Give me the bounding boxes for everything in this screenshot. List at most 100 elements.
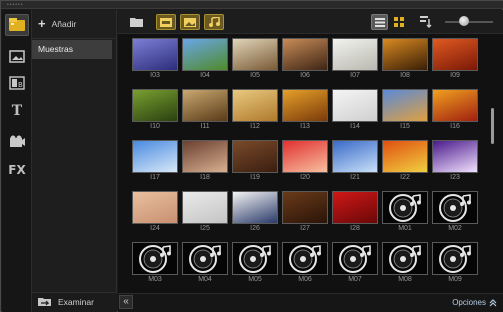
video-media-icon[interactable] (5, 14, 29, 36)
library-thumbnail[interactable]: I23 (432, 140, 478, 183)
library-thumbnail[interactable]: M05 (232, 242, 278, 285)
audio-clip-thumbnail[interactable] (232, 242, 278, 275)
music-disc-icon (439, 245, 471, 273)
image-thumbnail[interactable] (232, 89, 278, 122)
show-photos-icon[interactable] (180, 14, 200, 30)
library-thumbnail[interactable]: I16 (432, 89, 478, 132)
show-audio-icon[interactable] (204, 14, 224, 30)
image-thumbnail[interactable] (282, 140, 328, 173)
library-thumbnail[interactable]: I19 (232, 140, 278, 183)
vertical-scrollbar[interactable] (490, 38, 496, 290)
image-thumbnail[interactable] (282, 38, 328, 71)
thumbnail-size-slider[interactable] (445, 21, 493, 23)
audio-clip-thumbnail[interactable] (282, 242, 328, 275)
image-thumbnail[interactable] (232, 191, 278, 224)
image-thumbnail[interactable] (432, 38, 478, 71)
thumbnail-label: M08 (398, 276, 412, 283)
library-thumbnail[interactable]: I28 (332, 191, 378, 234)
audio-clip-thumbnail[interactable] (382, 191, 428, 224)
audio-clip-thumbnail[interactable] (382, 242, 428, 275)
library-thumbnail[interactable]: I14 (332, 89, 378, 132)
library-thumbnail[interactable]: M01 (382, 191, 428, 234)
library-thumbnail[interactable]: M03 (132, 242, 178, 285)
library-thumbnail[interactable]: I13 (282, 89, 328, 132)
audio-clip-thumbnail[interactable] (332, 242, 378, 275)
audio-clip-thumbnail[interactable] (432, 191, 478, 224)
library-thumbnail[interactable]: M06 (282, 242, 328, 285)
audio-clip-thumbnail[interactable] (182, 242, 228, 275)
library-thumbnail[interactable]: I05 (232, 38, 278, 81)
library-thumbnail[interactable]: I25 (182, 191, 228, 234)
library-thumbnail[interactable]: I08 (382, 38, 428, 81)
image-thumbnail[interactable] (432, 89, 478, 122)
image-thumbnail[interactable] (432, 140, 478, 173)
options-button[interactable]: Opciones (452, 298, 497, 307)
thumbnail-label: I28 (350, 225, 360, 232)
library-thumbnail[interactable]: M04 (182, 242, 228, 285)
library-thumbnail[interactable]: M09 (432, 242, 478, 285)
image-thumbnail[interactable] (182, 89, 228, 122)
library-panel-window: •••••• B T FX + Añadir Muestras Examinar… (0, 0, 503, 312)
browse-button[interactable]: Examinar (38, 296, 94, 307)
image-thumbnail[interactable] (132, 191, 178, 224)
library-item-samples[interactable]: Muestras (32, 40, 112, 59)
audio-clip-thumbnail[interactable] (132, 242, 178, 275)
folder-icon[interactable] (130, 14, 144, 30)
image-thumbnail[interactable] (182, 38, 228, 71)
library-thumbnail[interactable]: I20 (282, 140, 328, 183)
thumbnail-label: I23 (450, 174, 460, 181)
image-thumbnail[interactable] (382, 89, 428, 122)
library-thumbnail[interactable]: I17 (132, 140, 178, 183)
library-thumbnail[interactable]: I21 (332, 140, 378, 183)
graphic-icon[interactable] (5, 130, 29, 152)
image-thumbnail[interactable] (132, 38, 178, 71)
title-icon[interactable]: T (5, 100, 29, 122)
library-thumbnail[interactable]: I27 (282, 191, 328, 234)
image-thumbnail[interactable] (232, 38, 278, 71)
library-thumbnail[interactable]: M02 (432, 191, 478, 234)
image-thumbnail[interactable] (182, 140, 228, 173)
image-thumbnail[interactable] (232, 140, 278, 173)
library-thumbnail[interactable]: I09 (432, 38, 478, 81)
image-thumbnail[interactable] (132, 140, 178, 173)
library-thumbnail[interactable]: I15 (382, 89, 428, 132)
image-thumbnail[interactable] (282, 191, 328, 224)
library-thumbnail[interactable]: M07 (332, 242, 378, 285)
instant-project-icon[interactable] (5, 46, 29, 68)
list-view-icon[interactable] (371, 14, 388, 30)
filter-icon[interactable]: FX (5, 159, 29, 181)
collapse-library-button[interactable]: « (119, 295, 133, 309)
library-thumbnail[interactable]: M08 (382, 242, 428, 285)
thumbnail-label: I13 (300, 123, 310, 130)
library-thumbnail[interactable]: I06 (282, 38, 328, 81)
show-videos-icon[interactable] (156, 14, 176, 30)
library-thumbnail[interactable]: I24 (132, 191, 178, 234)
add-library-button[interactable]: + Añadir (38, 16, 76, 32)
image-thumbnail[interactable] (332, 140, 378, 173)
library-thumbnail[interactable]: I10 (132, 89, 178, 132)
thumbnail-size-slider-knob[interactable] (459, 16, 469, 26)
thumbnail-view-icon[interactable] (390, 14, 407, 30)
transition-icon[interactable]: B (5, 72, 29, 94)
library-thumbnail[interactable]: I04 (182, 38, 228, 81)
library-thumbnail[interactable]: I18 (182, 140, 228, 183)
library-thumbnail[interactable]: I11 (182, 89, 228, 132)
library-thumbnail[interactable]: I26 (232, 191, 278, 234)
thumbnail-image (183, 90, 227, 121)
image-thumbnail[interactable] (382, 140, 428, 173)
sort-icon[interactable] (418, 14, 434, 30)
image-thumbnail[interactable] (332, 38, 378, 71)
image-thumbnail[interactable] (332, 191, 378, 224)
library-thumbnail[interactable]: I03 (132, 38, 178, 81)
image-thumbnail[interactable] (382, 38, 428, 71)
scrollbar-thumb[interactable] (491, 108, 494, 144)
library-thumbnail[interactable]: I07 (332, 38, 378, 81)
library-thumbnail[interactable]: I12 (232, 89, 278, 132)
image-thumbnail[interactable] (182, 191, 228, 224)
audio-clip-thumbnail[interactable] (432, 242, 478, 275)
image-thumbnail[interactable] (282, 89, 328, 122)
library-thumbnail[interactable]: I22 (382, 140, 428, 183)
image-thumbnail[interactable] (132, 89, 178, 122)
panel-grip[interactable]: •••••• (1, 1, 503, 9)
image-thumbnail[interactable] (332, 89, 378, 122)
